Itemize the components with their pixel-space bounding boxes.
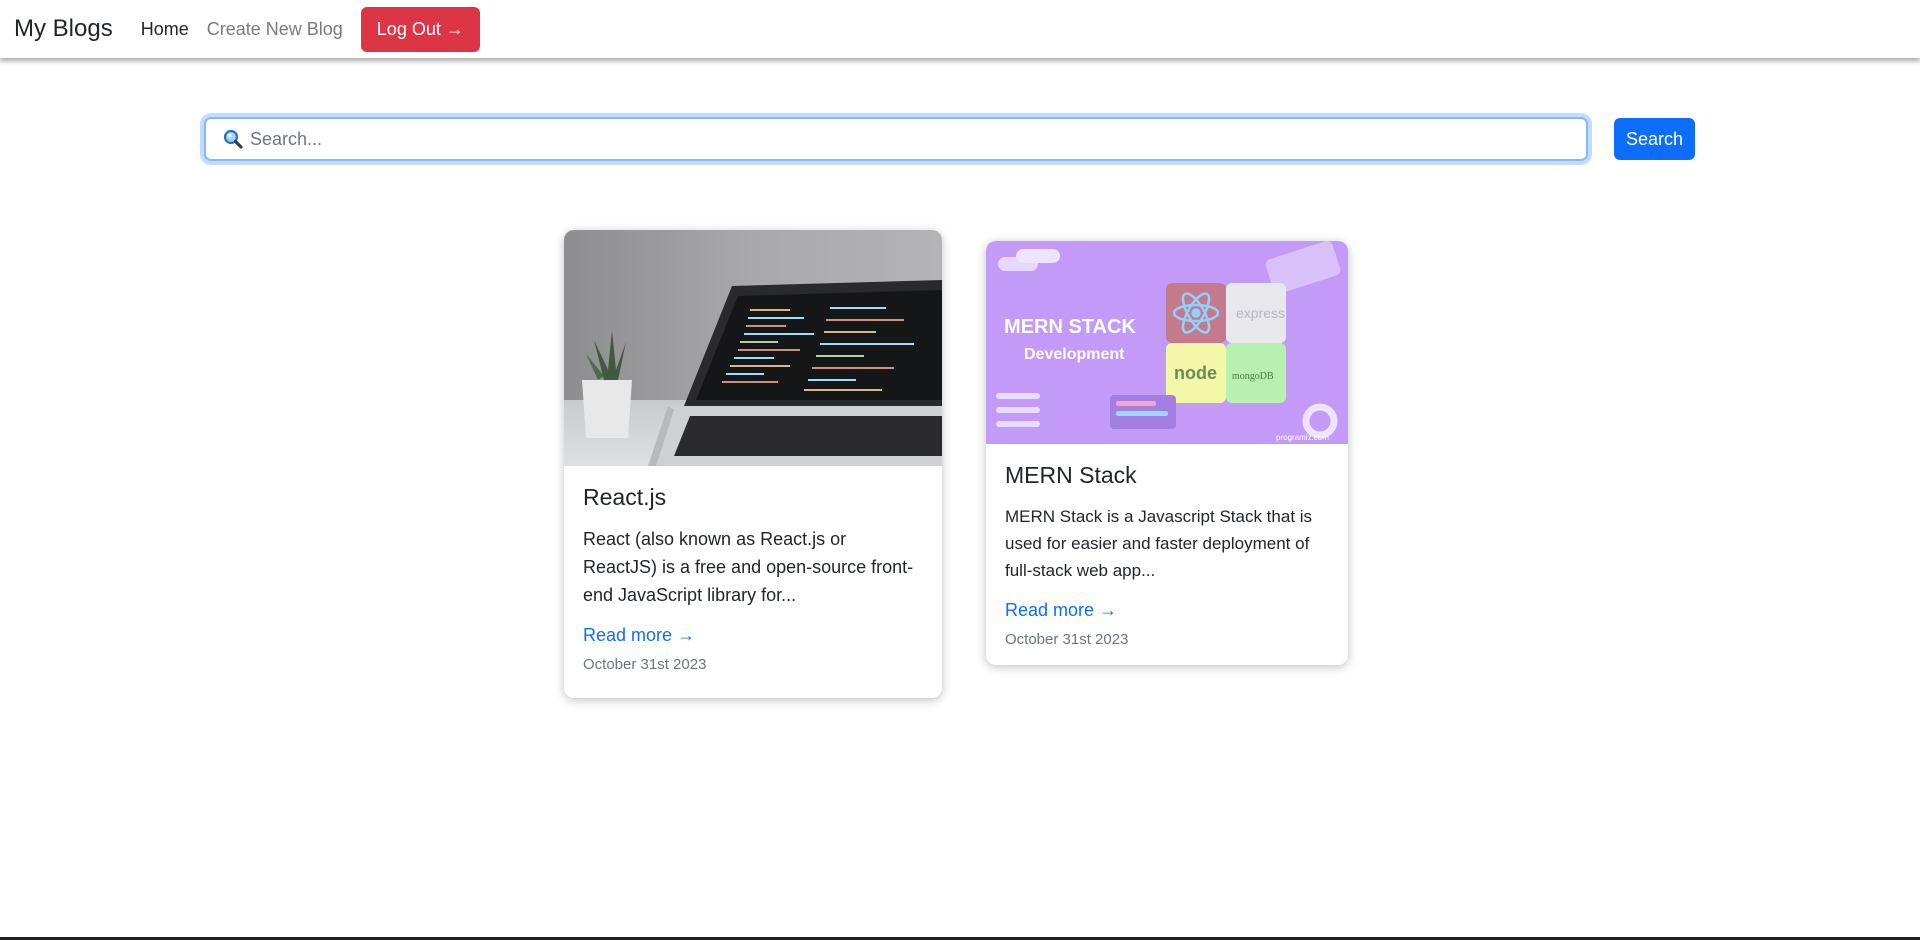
- post-title: React.js: [583, 484, 667, 510]
- post-date: October 31st 2023: [583, 656, 707, 673]
- read-more-link[interactable]: Read more →: [1005, 600, 1117, 621]
- mongodb-badge: mongoDB: [1232, 371, 1274, 382]
- nav-link-create-blog[interactable]: Create New Blog: [207, 19, 343, 40]
- search-box: [204, 117, 1588, 161]
- blog-card-react: React.js React (also known as React.js o…: [564, 230, 942, 698]
- read-more-link[interactable]: Read more →: [583, 625, 695, 646]
- post-excerpt: React (also known as React.js or ReactJS…: [583, 529, 914, 605]
- post-date: October 31st 2023: [1005, 631, 1129, 648]
- mern-heading: MERN STACK: [1004, 316, 1136, 338]
- logout-button[interactable]: Log Out →: [360, 6, 480, 52]
- mern-subheading: Development: [1024, 346, 1125, 363]
- post-excerpt: MERN Stack is a Javascript Stack that is…: [1005, 507, 1313, 580]
- laptop-code-image: [564, 230, 942, 466]
- nav-link-home[interactable]: Home: [141, 19, 189, 40]
- post-title: MERN Stack: [1005, 462, 1137, 488]
- search-icon: [222, 128, 244, 150]
- blog-card-mern: MERN STACK Development express node mong…: [986, 241, 1348, 665]
- mern-stack-image: MERN STACK Development express node mong…: [986, 241, 1348, 444]
- search-button[interactable]: Search: [1614, 118, 1695, 160]
- watermark-text: programiz.com: [1276, 433, 1329, 442]
- search-input[interactable]: [250, 121, 1586, 157]
- brand-title[interactable]: My Blogs: [14, 15, 113, 43]
- top-navbar: My Blogs Home Create New Blog Log Out →: [0, 0, 1920, 58]
- express-badge: express: [1236, 305, 1285, 321]
- node-badge: node: [1174, 363, 1217, 383]
